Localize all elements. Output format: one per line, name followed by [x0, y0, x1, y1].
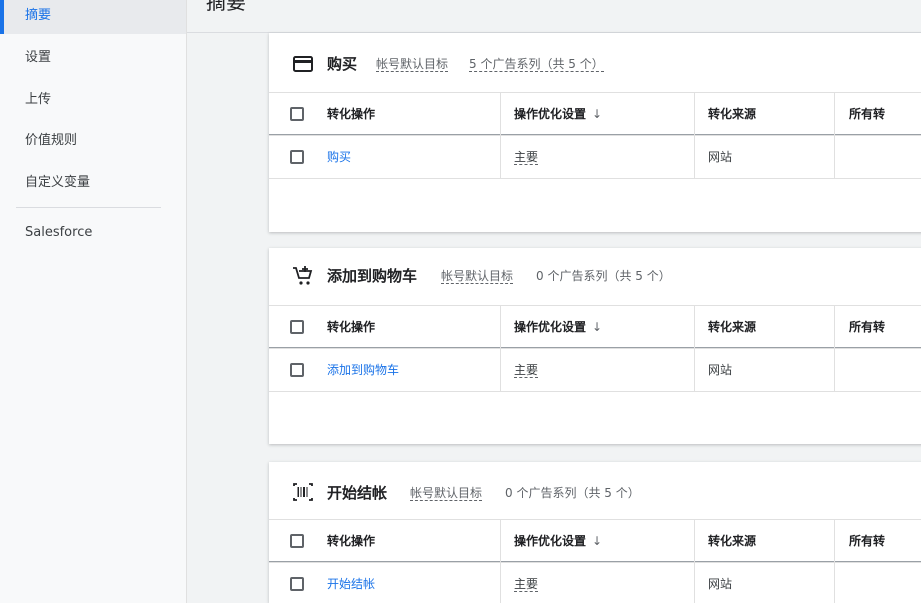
sort-arrow-icon: ↓: [592, 534, 603, 548]
column-divider: [694, 136, 695, 178]
credit-card-icon: [291, 52, 315, 76]
conversion-card-purchase: 购买 帐号默认目标 5 个广告系列（共 5 个） 转化操作 操作优化设置 ↓ 转化…: [269, 33, 921, 232]
optimization-value[interactable]: 主要: [514, 563, 539, 603]
card-header: 购买 帐号默认目标 5 个广告系列（共 5 个）: [269, 33, 921, 91]
campaign-count[interactable]: 5 个广告系列（共 5 个）: [469, 57, 604, 72]
goal-link[interactable]: 帐号默认目标: [410, 486, 483, 501]
optimization-value[interactable]: 主要: [514, 136, 539, 178]
column-divider: [834, 136, 835, 178]
column-divider: [500, 136, 501, 178]
column-header-action[interactable]: 转化操作: [327, 520, 375, 562]
sidebar-item-value-rules[interactable]: 价值规则: [0, 123, 186, 159]
column-header-optimization[interactable]: 操作优化设置 ↓: [514, 93, 602, 135]
sort-arrow-icon: ↓: [592, 107, 603, 121]
sidebar-item-uploads[interactable]: 上传: [0, 82, 186, 118]
add-to-cart-icon: [291, 264, 315, 288]
sort-arrow-icon: ↓: [592, 320, 603, 334]
card-header: 添加到购物车 帐号默认目标 0 个广告系列（共 5 个）: [269, 248, 921, 306]
card-header: 开始结帐 帐号默认目标 0 个广告系列（共 5 个）: [269, 462, 921, 520]
sidebar-divider: [16, 207, 161, 208]
column-divider: [834, 563, 835, 603]
goal-link[interactable]: 帐号默认目标: [376, 57, 449, 72]
card-title: 购买: [327, 55, 358, 73]
card-title: 添加到购物车: [327, 267, 418, 285]
conversion-action-link[interactable]: 购买: [327, 136, 351, 178]
conversion-card-add-to-cart: 添加到购物车 帐号默认目标 0 个广告系列（共 5 个） 转化操作 操作优化设置…: [269, 248, 921, 444]
table-header-row: 转化操作 操作优化设置 ↓ 转化来源 所有转: [269, 92, 921, 136]
column-divider: [694, 93, 695, 135]
campaign-count: 0 个广告系列（共 5 个）: [536, 269, 671, 283]
column-header-action[interactable]: 转化操作: [327, 306, 375, 348]
optimization-value[interactable]: 主要: [514, 349, 539, 391]
column-divider: [500, 349, 501, 391]
page-title: 摘要: [206, 0, 246, 14]
column-header-source[interactable]: 转化来源: [708, 520, 756, 562]
conversion-action-link[interactable]: 开始结帐: [327, 563, 375, 603]
column-header-action[interactable]: 转化操作: [327, 93, 375, 135]
column-divider: [834, 306, 835, 348]
column-divider: [834, 93, 835, 135]
column-divider: [500, 520, 501, 562]
conversion-source: 网站: [708, 150, 733, 164]
select-all-checkbox[interactable]: [290, 534, 304, 548]
column-divider: [500, 93, 501, 135]
column-header-all-conversions[interactable]: 所有转: [849, 93, 885, 135]
row-checkbox[interactable]: [290, 363, 304, 377]
table-footer: [269, 391, 921, 444]
sidebar-item-summary[interactable]: 摘要: [0, 0, 186, 34]
sidebar-item-custom-variables[interactable]: 自定义变量: [0, 165, 186, 201]
conversion-card-begin-checkout: 开始结帐 帐号默认目标 0 个广告系列（共 5 个） 转化操作 操作优化设置 ↓ …: [269, 462, 921, 603]
conversion-action-link[interactable]: 添加到购物车: [327, 349, 399, 391]
row-checkbox[interactable]: [290, 577, 304, 591]
table-header-row: 转化操作 操作优化设置 ↓ 转化来源 所有转: [269, 519, 921, 563]
column-header-optimization[interactable]: 操作优化设置 ↓: [514, 306, 602, 348]
column-header-source[interactable]: 转化来源: [708, 306, 756, 348]
table-header-row: 转化操作 操作优化设置 ↓ 转化来源 所有转: [269, 305, 921, 349]
column-divider: [834, 349, 835, 391]
conversion-source: 网站: [708, 363, 733, 377]
barcode-icon: [291, 480, 315, 504]
column-header-optimization[interactable]: 操作优化设置 ↓: [514, 520, 602, 562]
table-row: 添加到购物车 主要 网站: [269, 348, 921, 392]
column-header-source[interactable]: 转化来源: [708, 93, 756, 135]
column-header-all-conversions[interactable]: 所有转: [849, 306, 885, 348]
select-all-checkbox[interactable]: [290, 320, 304, 334]
goal-link[interactable]: 帐号默认目标: [441, 269, 514, 284]
sidebar-item-salesforce[interactable]: Salesforce: [0, 215, 186, 251]
sidebar-item-settings[interactable]: 设置: [0, 40, 186, 76]
column-divider: [694, 349, 695, 391]
table-row: 开始结帐 主要 网站: [269, 562, 921, 603]
column-divider: [834, 520, 835, 562]
select-all-checkbox[interactable]: [290, 107, 304, 121]
conversion-source: 网站: [708, 577, 733, 591]
column-divider: [694, 520, 695, 562]
table-row: 购买 主要 网站: [269, 135, 921, 179]
column-header-all-conversions[interactable]: 所有转: [849, 520, 885, 562]
column-divider: [694, 306, 695, 348]
card-title: 开始结帐: [327, 484, 388, 502]
row-checkbox[interactable]: [290, 150, 304, 164]
sidebar: 摘要 设置 上传 价值规则 自定义变量 Salesforce: [0, 0, 187, 603]
campaign-count: 0 个广告系列（共 5 个）: [505, 486, 640, 500]
table-footer: [269, 178, 921, 232]
column-divider: [500, 563, 501, 603]
column-divider: [500, 306, 501, 348]
column-divider: [694, 563, 695, 603]
